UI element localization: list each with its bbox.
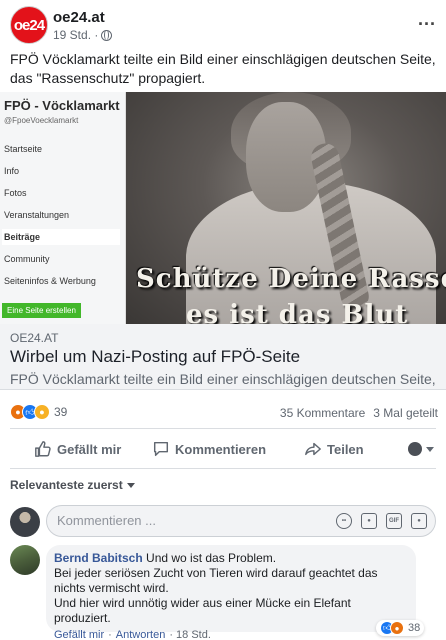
more-options-icon[interactable]: ... [418, 10, 436, 28]
current-user-avatar[interactable] [10, 507, 40, 537]
link-domain: OE24.AT [10, 331, 59, 345]
sidebar-item-active: Beiträge [2, 229, 120, 245]
sticker-icon[interactable]: ● [411, 513, 427, 529]
comment-icon [153, 441, 169, 457]
sidebar-item: Startseite [4, 144, 43, 154]
page-avatar[interactable]: oe24 [10, 6, 48, 44]
like-button-label: Gefällt mir [57, 441, 122, 457]
user-avatar-small [408, 442, 422, 456]
thumbs-up-icon [35, 441, 51, 457]
sidebar-item: Fotos [4, 188, 27, 198]
comment-reaction-count: 38 [408, 622, 421, 634]
share-arrow-icon [305, 442, 321, 456]
action-bar: Gefällt mir Kommentieren Teilen [0, 432, 446, 466]
sidebar-item: Info [4, 166, 20, 176]
angry-reaction-icon: ● [390, 621, 404, 635]
link-title[interactable]: Wirbel um Nazi-Posting auf FPÖ-Seite [10, 347, 300, 367]
sort-label: Relevanteste zuerst [10, 478, 123, 492]
comment-time[interactable]: · 18 Std. [169, 629, 211, 640]
comment-sort-dropdown[interactable]: Relevanteste zuerst [10, 478, 135, 492]
commenter-avatar[interactable] [10, 545, 40, 575]
camera-icon[interactable]: ● [361, 513, 377, 529]
reaction-count[interactable]: 39 [54, 405, 67, 419]
reaction-summary[interactable]: ● 👍︎ ● 39 [10, 404, 67, 420]
comment-reply-link[interactable]: Antworten [116, 629, 166, 640]
share-button-label: Teilen [327, 441, 364, 457]
chevron-down-icon [126, 482, 135, 488]
comment-like-link[interactable]: Gefällt mir [54, 629, 104, 640]
haha-reaction-icon: ● [34, 404, 50, 420]
like-button[interactable]: Gefällt mir [34, 440, 121, 458]
comment-reactions[interactable]: 👍︎ ● 38 [376, 620, 425, 636]
globe-icon [101, 29, 113, 41]
separator: · [108, 629, 112, 640]
post-text: FPÖ Vöcklamarkt teilte ein Bild einer ei… [10, 51, 436, 86]
share-button[interactable]: Teilen [304, 440, 364, 458]
sidebar-item: Seiteninfos & Werbung [4, 276, 96, 286]
divider [10, 428, 436, 429]
chevron-down-icon [426, 446, 434, 452]
divider [10, 468, 436, 469]
post-timestamp[interactable]: 19 Std. · [53, 28, 98, 42]
comment-text: Und wo ist das Problem. [142, 551, 277, 565]
post-meta: 19 Std. · [53, 28, 113, 42]
sidebar-item: Community [4, 254, 50, 264]
post-as-selector[interactable] [408, 442, 434, 456]
comment-box[interactable]: •• ● GIF ● [46, 505, 436, 537]
sidebar-item: Veranstaltungen [4, 210, 70, 220]
comment-input[interactable] [57, 513, 287, 528]
comment-actions: Gefällt mir · Antworten · 18 Std. [54, 629, 211, 640]
comment-text: Bei jeder seriösen Zucht von Tieren wird… [54, 566, 378, 595]
comment-bubble: Bernd Babitsch Und wo ist das Problem. B… [46, 545, 416, 632]
post-header: oe24 oe24.at 19 Std. · ... [10, 4, 436, 44]
screenshot-sidebar: FPÖ - Vöcklamarkt @FpoeVoecklamarkt Star… [0, 92, 126, 324]
comment-button-label: Kommentieren [175, 441, 267, 457]
post-photo: Schütze Deine Rasse, es ist das Blut [126, 92, 446, 324]
comment-button[interactable]: Kommentieren [152, 440, 266, 458]
photo-caption-line1: Schütze Deine Rasse, [136, 264, 446, 294]
link-info[interactable]: OE24.AT Wirbel um Nazi-Posting auf FPÖ-S… [0, 324, 446, 390]
photo-caption-line2: es ist das Blut [186, 300, 409, 324]
share-count-link[interactable]: 3 Mal geteilt [373, 406, 438, 420]
comment-text: Und hier wird unnötig wider aus einer Mü… [54, 596, 351, 625]
page-name-link[interactable]: oe24.at [53, 9, 105, 26]
emoji-icon[interactable]: •• [336, 513, 352, 529]
create-page-button: Eine Seite erstellen [2, 303, 81, 318]
stats-row: ● 👍︎ ● 39 35 Kommentare 3 Mal geteilt [10, 400, 438, 424]
comment-count-link[interactable]: 35 Kommentare [280, 406, 365, 420]
sidebar-page-title: FPÖ - Vöcklamarkt [4, 98, 120, 113]
sidebar-page-handle: @FpoeVoecklamarkt [4, 116, 79, 125]
comment-input-row: •• ● GIF ● [10, 505, 436, 539]
comment-author[interactable]: Bernd Babitsch [54, 551, 143, 565]
gif-icon[interactable]: GIF [386, 513, 402, 529]
link-description: FPÖ Vöcklamarkt teilte ein Bild einer ei… [10, 371, 440, 387]
link-preview-image[interactable]: FPÖ - Vöcklamarkt @FpoeVoecklamarkt Star… [0, 92, 446, 324]
